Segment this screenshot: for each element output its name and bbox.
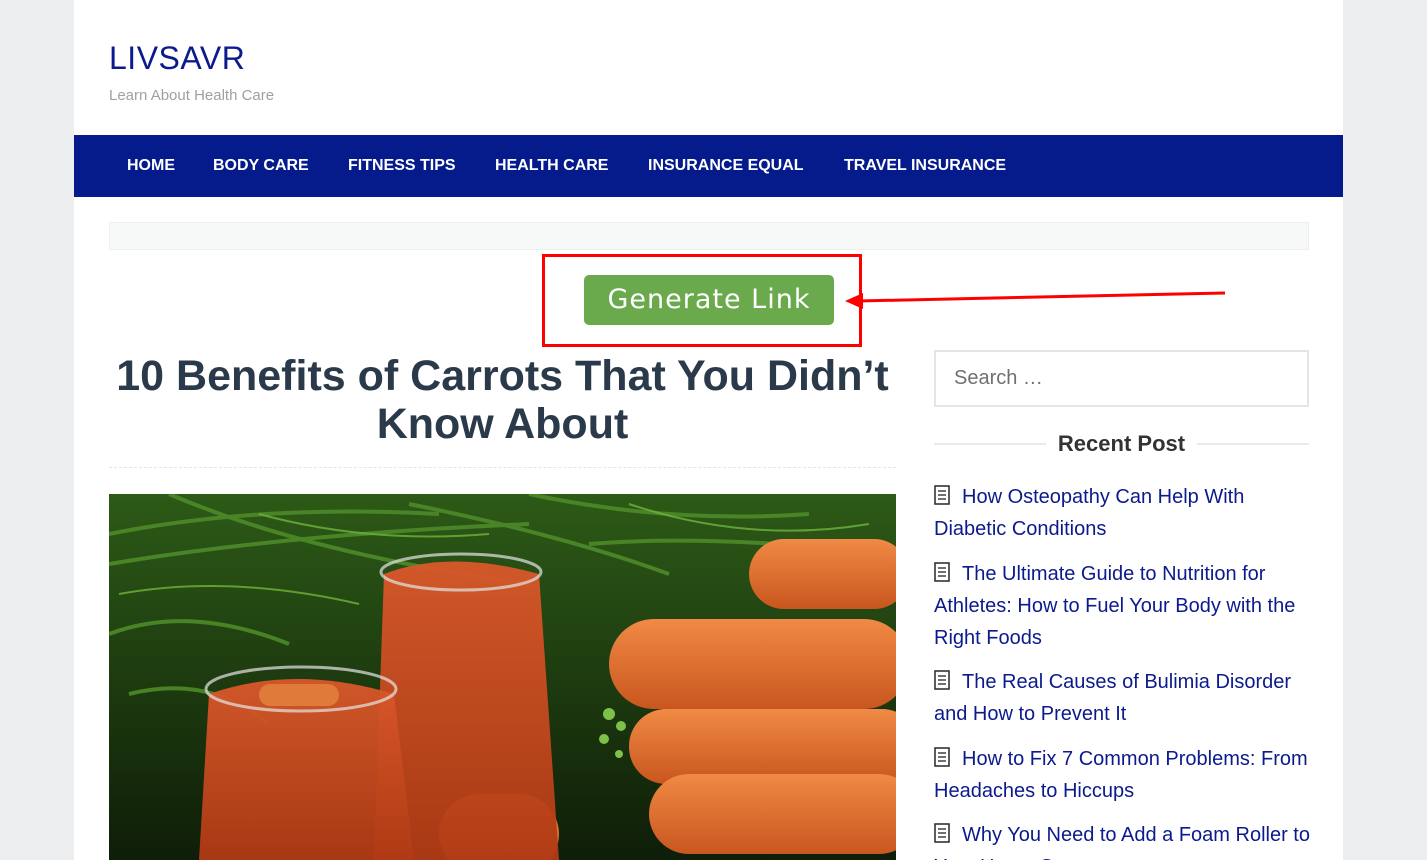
recent-post-link[interactable]: Why You Need to Add a Foam Roller to You…: [934, 824, 1310, 860]
featured-image: [109, 494, 896, 860]
search-input[interactable]: [934, 350, 1309, 407]
recent-post-item[interactable]: How Osteopathy Can Help With Diabetic Co…: [934, 481, 1314, 545]
post-title: 10 Benefits of Carrots That You Didn’t K…: [116, 352, 889, 448]
document-icon: [934, 747, 950, 767]
recent-post-link[interactable]: The Ultimate Guide to Nutrition for Athl…: [934, 563, 1295, 649]
recent-post-link[interactable]: How to Fix 7 Common Problems: From Heada…: [934, 748, 1308, 802]
document-icon: [934, 670, 950, 690]
recent-post-item[interactable]: The Real Causes of Bulimia Disorder and …: [934, 666, 1314, 730]
page: LIVSAVR Learn About Health Care HOME BOD…: [74, 0, 1343, 860]
recent-post-link[interactable]: How Osteopathy Can Help With Diabetic Co…: [934, 486, 1244, 540]
recent-post-item[interactable]: Why You Need to Add a Foam Roller to You…: [934, 819, 1314, 860]
document-icon: [934, 562, 950, 582]
document-icon: [934, 485, 950, 505]
recent-post-title: Recent Post: [1045, 431, 1198, 456]
document-icon: [934, 823, 950, 843]
title-divider: [109, 467, 896, 468]
recent-post-item[interactable]: The Ultimate Guide to Nutrition for Athl…: [934, 558, 1314, 654]
recent-post-link[interactable]: The Real Causes of Bulimia Disorder and …: [934, 671, 1291, 725]
recent-post-heading: Recent Post: [934, 430, 1309, 458]
recent-post-item[interactable]: How to Fix 7 Common Problems: From Heada…: [934, 743, 1314, 807]
